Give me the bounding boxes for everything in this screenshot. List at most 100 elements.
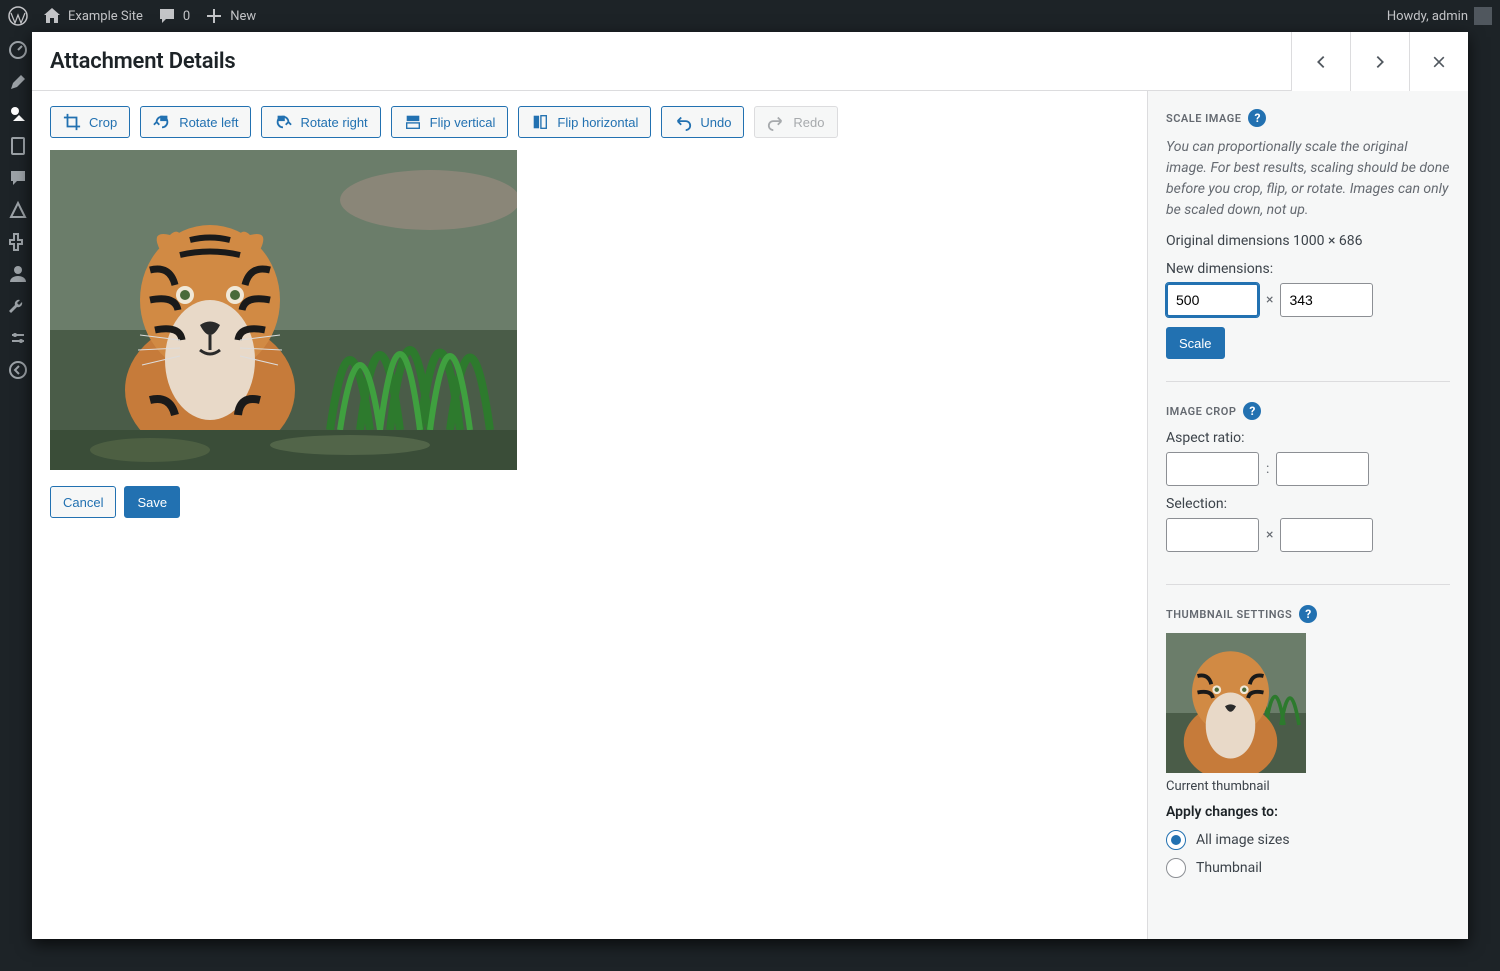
rotate-right-label: Rotate right bbox=[300, 115, 367, 130]
scale-height-input[interactable] bbox=[1280, 283, 1373, 317]
side-panel: SCALE IMAGE ? You can proportionally sca… bbox=[1148, 91, 1468, 939]
plus-icon bbox=[204, 6, 224, 26]
image-preview[interactable] bbox=[50, 150, 517, 470]
scale-title: SCALE IMAGE bbox=[1166, 112, 1241, 125]
rotate-right-icon bbox=[274, 113, 292, 131]
new-label: New bbox=[230, 9, 256, 24]
modal-header: Attachment Details bbox=[32, 32, 1468, 91]
aspect-separator: : bbox=[1266, 461, 1269, 477]
scale-help-text: You can proportionally scale the origina… bbox=[1166, 137, 1450, 221]
flip-horizontal-label: Flip horizontal bbox=[557, 115, 638, 130]
flip-vertical-button[interactable]: Flip vertical bbox=[391, 106, 509, 138]
redo-button: Redo bbox=[754, 106, 837, 138]
plugins-icon[interactable] bbox=[8, 232, 28, 252]
rotate-left-label: Rotate left bbox=[179, 115, 238, 130]
users-icon[interactable] bbox=[8, 264, 28, 284]
comment-icon bbox=[157, 6, 177, 26]
scale-width-input[interactable] bbox=[1166, 283, 1259, 317]
wordpress-icon bbox=[8, 6, 28, 26]
help-icon[interactable]: ? bbox=[1243, 402, 1261, 420]
scale-button[interactable]: Scale bbox=[1166, 327, 1225, 359]
flip-horizontal-icon bbox=[531, 113, 549, 131]
attachment-details-modal: Attachment Details Crop Rotate lef bbox=[32, 32, 1468, 939]
site-link[interactable]: Example Site bbox=[42, 6, 143, 26]
radio-all-sizes[interactable]: All image sizes bbox=[1166, 830, 1450, 850]
undo-icon bbox=[674, 113, 692, 131]
collapse-icon[interactable] bbox=[8, 360, 28, 380]
pages-icon[interactable] bbox=[8, 136, 28, 156]
flip-vertical-icon bbox=[404, 113, 422, 131]
avatar bbox=[1474, 7, 1492, 25]
media-icon[interactable] bbox=[8, 104, 28, 124]
prev-button[interactable] bbox=[1291, 32, 1350, 91]
dashboard-icon[interactable] bbox=[8, 40, 28, 60]
main-panel: Crop Rotate left Rotate right Flip verti… bbox=[32, 91, 1148, 939]
undo-button[interactable]: Undo bbox=[661, 106, 744, 138]
comments-icon[interactable] bbox=[8, 168, 28, 188]
selection-width-input[interactable] bbox=[1166, 518, 1259, 552]
thumbnail-caption: Current thumbnail bbox=[1166, 779, 1450, 794]
scale-section: SCALE IMAGE ? You can proportionally sca… bbox=[1166, 109, 1450, 382]
crop-button[interactable]: Crop bbox=[50, 106, 130, 138]
redo-label: Redo bbox=[793, 115, 824, 130]
tools-icon[interactable] bbox=[8, 296, 28, 316]
thumbnail-preview bbox=[1166, 633, 1306, 773]
save-button[interactable]: Save bbox=[124, 486, 180, 518]
settings-icon[interactable] bbox=[8, 328, 28, 348]
radio-icon bbox=[1166, 858, 1186, 878]
new-link[interactable]: New bbox=[204, 6, 256, 26]
admin-menu bbox=[0, 32, 36, 971]
rotate-left-button[interactable]: Rotate left bbox=[140, 106, 251, 138]
crop-icon bbox=[63, 113, 81, 131]
site-name: Example Site bbox=[68, 9, 143, 24]
cancel-button[interactable]: Cancel bbox=[50, 486, 116, 518]
radio-thumb-label: Thumbnail bbox=[1196, 860, 1262, 876]
selection-height-input[interactable] bbox=[1280, 518, 1373, 552]
posts-icon[interactable] bbox=[8, 72, 28, 92]
original-dimensions: Original dimensions 1000 × 686 bbox=[1166, 233, 1450, 249]
aspect-width-input[interactable] bbox=[1166, 452, 1259, 486]
aspect-height-input[interactable] bbox=[1276, 452, 1369, 486]
radio-thumbnail[interactable]: Thumbnail bbox=[1166, 858, 1450, 878]
howdy[interactable]: Howdy, admin bbox=[1387, 7, 1492, 25]
crop-section: IMAGE CROP ? Aspect ratio: : Selection: … bbox=[1166, 402, 1450, 585]
thumbnail-title: THUMBNAIL SETTINGS bbox=[1166, 608, 1292, 621]
howdy-text: Howdy, admin bbox=[1387, 9, 1468, 24]
aspect-ratio-label: Aspect ratio: bbox=[1166, 430, 1450, 446]
modal-title: Attachment Details bbox=[50, 49, 235, 74]
crop-label: Crop bbox=[89, 115, 117, 130]
edit-toolbar: Crop Rotate left Rotate right Flip verti… bbox=[50, 106, 1129, 138]
undo-label: Undo bbox=[700, 115, 731, 130]
home-icon bbox=[42, 6, 62, 26]
help-icon[interactable]: ? bbox=[1248, 109, 1266, 127]
crop-title: IMAGE CROP bbox=[1166, 405, 1236, 418]
rotate-left-icon bbox=[153, 113, 171, 131]
cancel-label: Cancel bbox=[63, 495, 103, 510]
apply-changes-label: Apply changes to: bbox=[1166, 804, 1450, 820]
selection-label: Selection: bbox=[1166, 496, 1450, 512]
appearance-icon[interactable] bbox=[8, 200, 28, 220]
scale-button-label: Scale bbox=[1179, 336, 1212, 351]
wp-logo[interactable] bbox=[8, 6, 28, 26]
chevron-right-icon bbox=[1371, 53, 1389, 71]
comments-link[interactable]: 0 bbox=[157, 6, 190, 26]
comments-count: 0 bbox=[183, 9, 190, 24]
close-icon bbox=[1431, 54, 1447, 70]
selection-separator: × bbox=[1266, 527, 1273, 543]
help-icon[interactable]: ? bbox=[1299, 605, 1317, 623]
flip-horizontal-button[interactable]: Flip horizontal bbox=[518, 106, 651, 138]
save-label: Save bbox=[137, 495, 167, 510]
thumbnail-section: THUMBNAIL SETTINGS ? bbox=[1166, 605, 1450, 908]
flip-vertical-label: Flip vertical bbox=[430, 115, 496, 130]
close-button[interactable] bbox=[1409, 32, 1468, 91]
rotate-right-button[interactable]: Rotate right bbox=[261, 106, 380, 138]
dim-separator: × bbox=[1266, 292, 1273, 308]
radio-all-label: All image sizes bbox=[1196, 832, 1290, 848]
chevron-left-icon bbox=[1312, 53, 1330, 71]
next-button[interactable] bbox=[1350, 32, 1409, 91]
new-dimensions-label: New dimensions: bbox=[1166, 261, 1450, 277]
action-row: Cancel Save bbox=[50, 486, 1129, 518]
radio-icon bbox=[1166, 830, 1186, 850]
redo-icon bbox=[767, 113, 785, 131]
admin-bar: Example Site 0 New Howdy, admin bbox=[0, 0, 1500, 32]
